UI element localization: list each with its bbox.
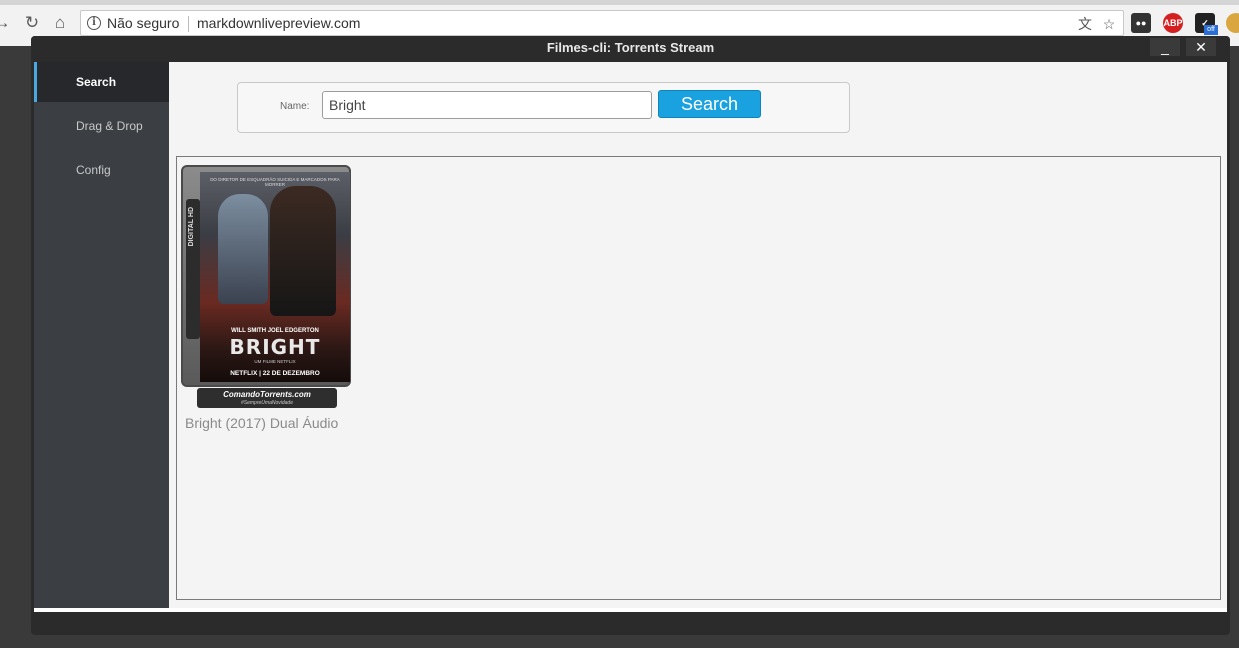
home-icon[interactable]: ⌂ — [50, 13, 70, 33]
info-icon[interactable]: i — [87, 16, 101, 30]
address-bar[interactable]: i Não seguro markdownlivepreview.com 文 ☆ — [80, 10, 1124, 36]
sidebar-item-config[interactable]: Config — [34, 150, 169, 190]
sidebar-item-drag-drop[interactable]: Drag & Drop — [34, 106, 169, 146]
translate-icon[interactable]: 文 — [1076, 15, 1094, 33]
ghostery-icon[interactable]: ●● — [1131, 13, 1151, 33]
poster-figure-right — [270, 186, 336, 316]
cookie-icon[interactable] — [1226, 13, 1239, 33]
movie-card[interactable]: DIGITAL HD DO DIRETOR DE ESQUADRÃO SUICI… — [181, 165, 351, 435]
brand-bar: ComandoTorrents.com #SempreUmaNovidade — [197, 388, 337, 408]
name-label: Name: — [280, 101, 310, 112]
poster-case[interactable]: DIGITAL HD DO DIRETOR DE ESQUADRÃO SUICI… — [181, 165, 351, 387]
poster-cast: WILL SMITH JOEL EDGERTON — [231, 328, 319, 334]
tab-strip — [0, 0, 1239, 5]
security-label[interactable]: Não seguro — [107, 15, 179, 31]
poster-subtitle: UM FILME NETFLIX — [254, 359, 296, 364]
window-title: Filmes-cli: Torrents Stream — [546, 40, 715, 55]
close-button[interactable]: ✕ — [1186, 38, 1216, 56]
reload-icon[interactable]: ↻ — [22, 13, 42, 33]
poster-release: NETFLIX | 22 DE DEZEMBRO — [230, 370, 320, 377]
minimize-button[interactable]: _ — [1150, 38, 1180, 56]
sidebar-item-search[interactable]: Search — [34, 62, 169, 102]
abp-label: ABP — [1163, 18, 1183, 28]
url-text[interactable]: markdownlivepreview.com — [197, 15, 360, 31]
movie-title[interactable]: Bright (2017) Dual Áudio — [185, 415, 338, 431]
poster-figure-left — [218, 194, 268, 304]
url-separator — [188, 16, 189, 32]
off-badge: off — [1204, 25, 1218, 35]
sidebar: Search Drag & Drop Config — [34, 62, 169, 608]
spine-text: DIGITAL HD — [188, 207, 195, 247]
back-arrow-icon[interactable]: → — [0, 13, 12, 33]
brand-hashtag: #SempreUmaNovidade — [241, 400, 293, 406]
app-window: Filmes-cli: Torrents Stream _ ✕ Search D… — [31, 36, 1230, 635]
search-panel: Name: Bright Search — [237, 82, 850, 133]
movie-poster[interactable]: DO DIRETOR DE ESQUADRÃO SUICIDA E MARCAD… — [200, 172, 350, 382]
search-button[interactable]: Search — [658, 90, 761, 118]
star-icon[interactable]: ☆ — [1100, 15, 1118, 33]
case-spine: DIGITAL HD — [186, 199, 200, 339]
search-input[interactable]: Bright — [322, 91, 652, 119]
poster-tagline: DO DIRETOR DE ESQUADRÃO SUICIDA E MARCAD… — [210, 177, 340, 187]
title-bar[interactable]: Filmes-cli: Torrents Stream _ ✕ — [31, 36, 1230, 60]
window-footer — [34, 608, 1227, 612]
adblock-plus-icon[interactable]: ABP — [1163, 13, 1183, 33]
poster-title: BRIGHT — [229, 335, 321, 359]
main-content: Name: Bright Search DIGITAL HD DO DIRETO… — [169, 62, 1227, 608]
results-panel: DIGITAL HD DO DIRETOR DE ESQUADRÃO SUICI… — [176, 156, 1221, 600]
brand-name: ComandoTorrents.com — [223, 390, 311, 399]
